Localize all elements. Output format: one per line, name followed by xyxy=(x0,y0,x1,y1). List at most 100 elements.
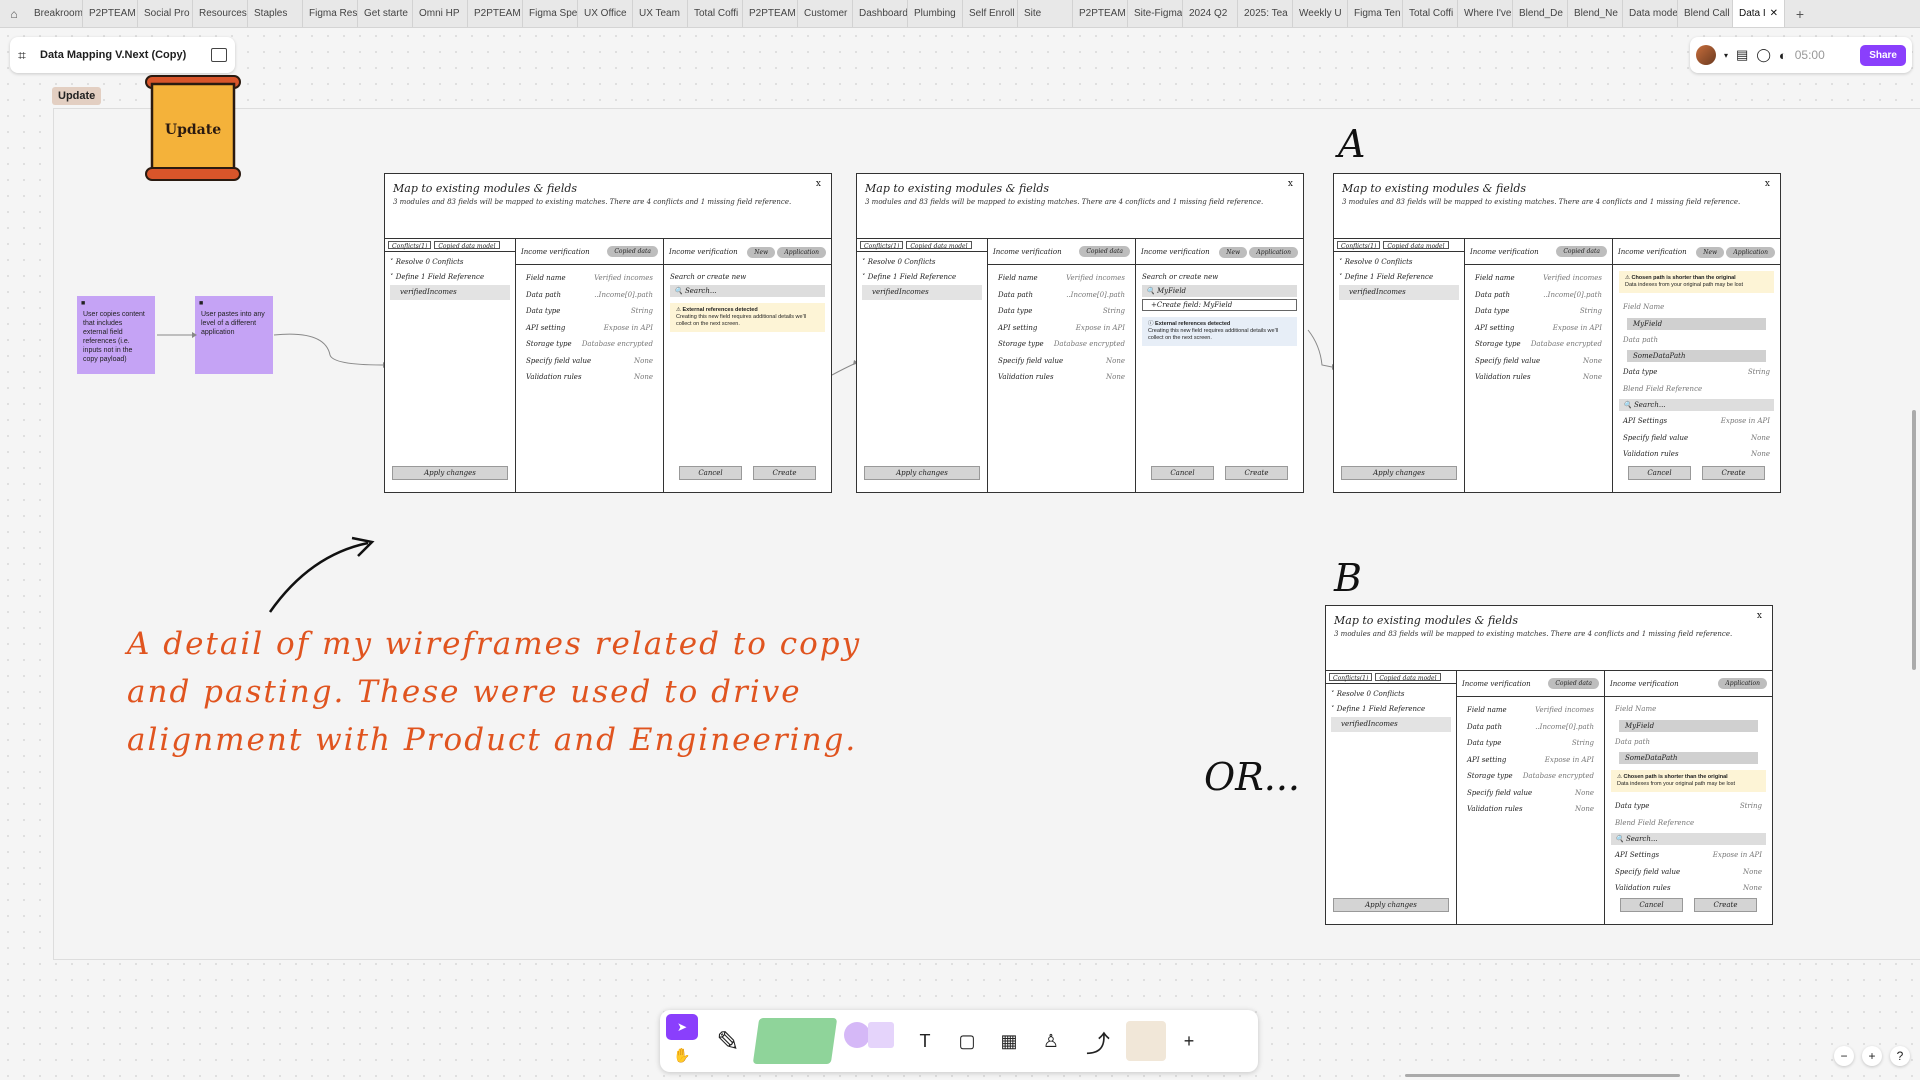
tree-label: Define 1 Field Reference xyxy=(867,273,957,281)
copied-data-button[interactable]: Copied data xyxy=(1548,678,1599,689)
pen-tool-icon[interactable]: ✎ xyxy=(704,1021,752,1061)
application-button[interactable]: Application xyxy=(1726,246,1775,258)
copied-data-button[interactable]: Copied data xyxy=(607,246,658,257)
close-icon[interactable]: x xyxy=(1288,179,1293,189)
warning-title: Chosen path is shorter than the original xyxy=(1623,774,1728,780)
horizontal-scrollbar[interactable] xyxy=(1405,1074,1680,1077)
tree-label: Resolve 0 Conflicts xyxy=(395,258,464,266)
hand-tool-icon[interactable]: ✋ xyxy=(666,1042,698,1068)
tree-item[interactable]: ˅ Define 1 Field Reference xyxy=(1339,270,1459,285)
field-row: Validation rules None xyxy=(998,373,1125,381)
shape-tool-icon[interactable] xyxy=(838,1018,902,1064)
application-button[interactable]: Application xyxy=(1718,678,1767,689)
zoom-controls: − + ? xyxy=(1834,1046,1910,1066)
field-row: Field name Verified incomes xyxy=(1475,274,1602,282)
tree-label: Define 1 Field Reference xyxy=(395,273,485,281)
tree-item-selected[interactable]: verifiedIncomes xyxy=(390,285,510,300)
tree-item[interactable]: ˅ Resolve 0 Conflicts xyxy=(1331,687,1451,702)
warning-title: External references detected xyxy=(682,307,758,313)
cancel-button[interactable]: Cancel xyxy=(1151,466,1215,480)
field-list: Field name Verified incomes Data path ..Inc… xyxy=(1465,265,1612,386)
bottom-toolbar: ➤ ✋ ✎ T ▢ ▦ ♙ ⤴ + xyxy=(660,1010,1258,1072)
zoom-out-icon[interactable]: − xyxy=(1834,1046,1854,1066)
search-input[interactable]: 🔍 MyField xyxy=(1142,285,1297,297)
close-icon[interactable]: x xyxy=(1757,611,1762,621)
zoom-in-icon[interactable]: + xyxy=(1862,1046,1882,1066)
warning-title: Chosen path is shorter than the original xyxy=(1631,275,1736,281)
field-row: Data path ..Income[0].path xyxy=(1467,722,1594,731)
apply-changes-button[interactable]: Apply changes xyxy=(864,466,980,480)
cancel-button[interactable]: Cancel xyxy=(679,466,743,480)
stamp-tool-icon[interactable]: ♙ xyxy=(1032,1021,1070,1061)
tab-copied-model[interactable]: Copied data model xyxy=(906,241,972,250)
field-row: Storage type Database encrypted xyxy=(998,340,1125,348)
wireframe-4[interactable]: Map to existing modules & fields 3 modul… xyxy=(1325,605,1773,925)
search-input[interactable]: 🔍 Search... xyxy=(1611,833,1766,845)
more-tool-icon[interactable]: + xyxy=(1170,1021,1208,1061)
tree-item[interactable]: ˅ Resolve 0 Conflicts xyxy=(862,255,982,270)
tree-item[interactable]: ˅ Resolve 0 Conflicts xyxy=(1339,255,1459,270)
wireframe-1[interactable]: Map to existing modules & fields 3 modul… xyxy=(384,173,832,493)
text-tool-icon[interactable]: T xyxy=(906,1021,944,1061)
tree-item-selected[interactable]: verifiedIncomes xyxy=(1339,285,1459,300)
tab-conflicts[interactable]: Conflicts(1) xyxy=(1337,241,1381,250)
tab-copied-model[interactable]: Copied data model xyxy=(1375,673,1441,682)
close-icon[interactable]: x xyxy=(816,179,821,189)
apply-changes-button[interactable]: Apply changes xyxy=(1341,466,1457,480)
create-field-option[interactable]: +Create field: MyField xyxy=(1142,299,1297,311)
field-name-input[interactable]: MyField xyxy=(1627,317,1766,330)
data-path-input[interactable]: SomeDataPath xyxy=(1619,752,1758,764)
tab-conflicts[interactable]: Conflicts(1) xyxy=(1329,673,1373,682)
cancel-button[interactable]: Cancel xyxy=(1620,898,1684,912)
section-tool-icon[interactable] xyxy=(752,1018,838,1064)
tab-conflicts[interactable]: Conflicts(1) xyxy=(860,241,904,250)
field-row: Data path ..Income[0].path xyxy=(1475,290,1602,299)
tree-item[interactable]: ˅ Define 1 Field Reference xyxy=(1331,702,1451,717)
wf-title: Map to existing modules & fields xyxy=(1334,614,1519,627)
data-path-input[interactable]: SomeDataPath xyxy=(1627,350,1766,362)
field-list: Field name Verified incomes Data path ..Inc… xyxy=(516,265,663,386)
apply-changes-button[interactable]: Apply changes xyxy=(392,466,508,480)
close-icon[interactable]: x xyxy=(1765,179,1770,189)
create-button[interactable]: Create xyxy=(752,466,816,480)
api-row: API Settings Expose in API xyxy=(1615,851,1762,859)
wireframe-3[interactable]: Map to existing modules & fields 3 modul… xyxy=(1333,173,1781,493)
annotation-note[interactable]: A detail of my wireframes related to cop… xyxy=(127,620,887,764)
application-button[interactable]: Application xyxy=(1249,246,1298,258)
new-button[interactable]: New xyxy=(747,246,776,258)
vertical-scrollbar[interactable] xyxy=(1912,410,1916,670)
cancel-button[interactable]: Cancel xyxy=(1628,466,1692,480)
connector-tool-icon[interactable]: ⤴ xyxy=(1074,1021,1122,1061)
search-input[interactable]: 🔍 Search... xyxy=(670,285,825,297)
warning-banner: ⚠ Chosen path is shorter than the origin… xyxy=(1619,271,1774,293)
new-button[interactable]: New xyxy=(1219,246,1248,258)
wf-fields-col: Income verification Copied data Field nam… xyxy=(1457,671,1605,924)
table-tool-icon[interactable]: ▦ xyxy=(990,1021,1028,1061)
create-button[interactable]: Create xyxy=(1224,466,1288,480)
tree-item[interactable]: ˅ Resolve 0 Conflicts xyxy=(390,255,510,270)
create-button[interactable]: Create xyxy=(1701,466,1765,480)
copied-data-button[interactable]: Copied data xyxy=(1079,246,1130,257)
specify-row: Specify field value None xyxy=(1615,867,1762,876)
search-input[interactable]: 🔍 Search... xyxy=(1619,399,1774,411)
application-button[interactable]: Application xyxy=(777,246,826,258)
create-button[interactable]: Create xyxy=(1693,898,1757,912)
move-tool-icon[interactable]: ➤ xyxy=(666,1014,698,1040)
tree-item[interactable]: ˅ Define 1 Field Reference xyxy=(390,270,510,285)
tree-item-selected[interactable]: verifiedIncomes xyxy=(862,285,982,300)
tab-copied-model[interactable]: Copied data model xyxy=(1383,241,1449,250)
tree-item[interactable]: ˅ Define 1 Field Reference xyxy=(862,270,982,285)
tab-conflicts[interactable]: Conflicts(1) xyxy=(388,241,432,250)
help-icon[interactable]: ? xyxy=(1890,1046,1910,1066)
apply-changes-button[interactable]: Apply changes xyxy=(1333,898,1449,912)
new-button[interactable]: New xyxy=(1696,246,1725,258)
tree-item-selected[interactable]: verifiedIncomes xyxy=(1331,717,1451,732)
connector-arrow xyxy=(831,362,857,376)
field-name-input[interactable]: MyField xyxy=(1619,719,1758,732)
sticky-tool-icon[interactable]: ▢ xyxy=(948,1021,986,1061)
copied-data-button[interactable]: Copied data xyxy=(1556,246,1607,257)
warning-detail: Creating this new field requires additio… xyxy=(676,314,807,327)
tab-copied-model[interactable]: Copied data model xyxy=(434,241,500,250)
templates-tool-icon[interactable] xyxy=(1126,1021,1166,1061)
wireframe-2[interactable]: Map to existing modules & fields 3 modul… xyxy=(856,173,1304,493)
